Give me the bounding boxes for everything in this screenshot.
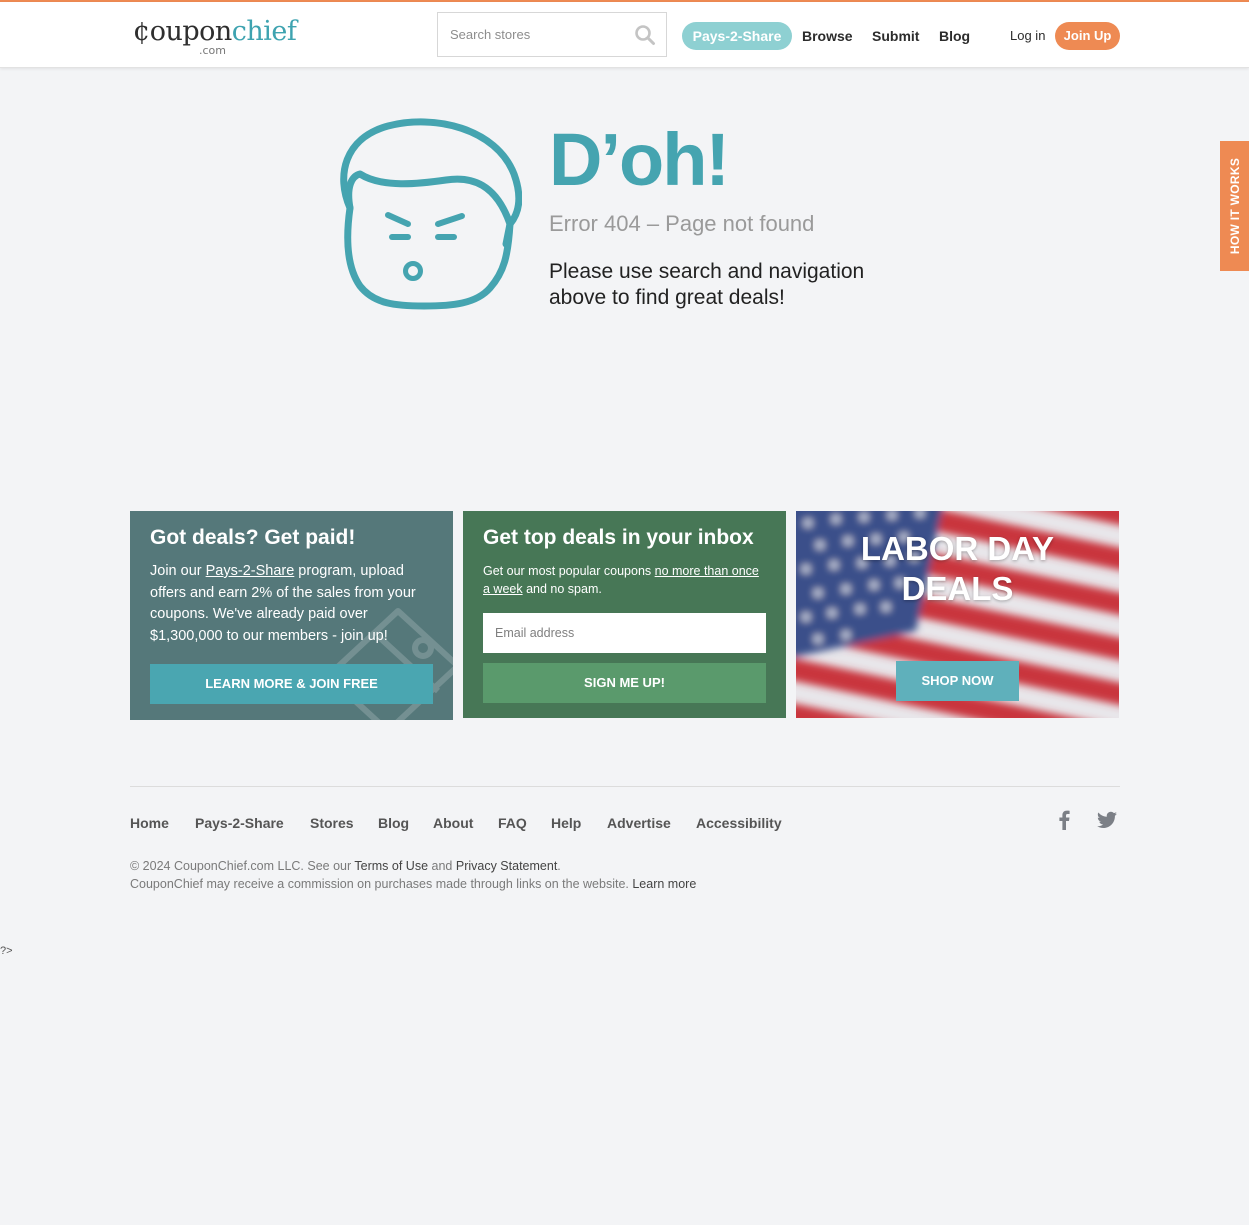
labor-day-deals-card[interactable]: LABOR DAY DEALS SHOP NOW [796,511,1119,718]
footer-link-home[interactable]: Home [130,814,169,832]
footer-link-accessibility[interactable]: Accessibility [696,814,782,832]
labor-day-title-line-1: LABOR DAY [860,530,1055,567]
terms-of-use-link[interactable]: Terms of Use [354,859,428,873]
search-input[interactable] [438,13,628,56]
error-help-line-1: Please use search and navigation [549,260,865,283]
footer-legal: © 2024 CouponChief.com LLC. See our Term… [130,857,696,893]
pays2share-card-text: Join our Pays-2-Share program, upload of… [150,561,435,647]
confused-face-icon [340,118,522,310]
newsletter-card-title: Get top deals in your inbox [483,526,754,549]
footer-link-blog[interactable]: Blog [378,814,409,832]
footer-link-help[interactable]: Help [551,814,581,832]
nav-pays2share-button[interactable]: Pays-2-Share [682,22,792,50]
pays2share-card-title: Got deals? Get paid! [150,526,356,549]
commission-line: CouponChief may receive a commission on … [130,875,696,893]
privacy-statement-link[interactable]: Privacy Statement [456,859,557,873]
newsletter-card-text: Get our most popular coupons no more tha… [483,562,768,598]
error-help-text: Please use search and navigation above t… [549,259,909,311]
how-it-works-label: HOW IT WORKS [1227,157,1242,255]
join-up-button[interactable]: Join Up [1055,22,1120,50]
logo-coupon-text: oupon [149,16,233,47]
pays2share-promo-card: Got deals? Get paid! Join our Pays-2-Sha… [130,511,453,720]
search-box [437,12,667,57]
copyright-text: © 2024 CouponChief.com LLC. See our [130,859,355,873]
logo-cent-sign: ¢ [133,16,150,47]
sign-me-up-button[interactable]: SIGN ME UP! [483,663,766,703]
footer-link-about[interactable]: About [433,814,473,832]
logo-domain: .com [199,44,226,57]
labor-day-title: LABOR DAY DEALS [796,529,1119,609]
copyright-and: and [428,859,456,873]
nav-browse[interactable]: Browse [802,22,853,50]
nav-submit[interactable]: Submit [872,22,919,50]
shop-now-button[interactable]: SHOP NOW [896,661,1019,701]
email-field[interactable] [483,613,766,653]
footer-link-advertise[interactable]: Advertise [607,814,671,832]
site-header: ¢ouponchief .com Pays-2-Share Browse Sub… [0,2,1249,68]
newsletter-text-before: Get our most popular coupons [483,564,655,578]
error-headline: D’oh! [549,118,730,201]
how-it-works-tab[interactable]: HOW IT WORKS [1220,141,1249,271]
nav-blog[interactable]: Blog [939,22,970,50]
copyright-line: © 2024 CouponChief.com LLC. See our Term… [130,857,696,875]
newsletter-card: Get top deals in your inbox Get our most… [463,511,786,718]
search-icon[interactable] [634,24,656,46]
error-help-line-2: above to find great deals! [549,286,785,309]
commission-text: CouponChief may receive a commission on … [130,877,633,891]
footer-link-pays2share[interactable]: Pays-2-Share [195,814,284,832]
login-link[interactable]: Log in [1010,22,1045,50]
newsletter-text-after: and no spam. [522,582,602,596]
learn-more-link[interactable]: Learn more [632,877,696,891]
pays2share-text-before: Join our [150,563,206,579]
copyright-period: . [557,859,561,873]
footer-divider [130,786,1120,787]
error-subtitle: Error 404 – Page not found [549,211,815,236]
pays2share-inline-link[interactable]: Pays-2-Share [206,563,295,579]
footer-link-stores[interactable]: Stores [310,814,354,832]
footer-link-faq[interactable]: FAQ [498,814,527,832]
facebook-icon[interactable] [1057,810,1071,830]
twitter-icon[interactable] [1097,811,1117,829]
logo[interactable]: ¢ouponchief .com [133,16,318,58]
labor-day-title-line-2: DEALS [901,570,1014,607]
logo-chief-text: chief [231,16,297,47]
learn-more-join-free-button[interactable]: LEARN MORE & JOIN FREE [150,664,433,704]
stray-php-tag-text: ?> [0,945,13,957]
